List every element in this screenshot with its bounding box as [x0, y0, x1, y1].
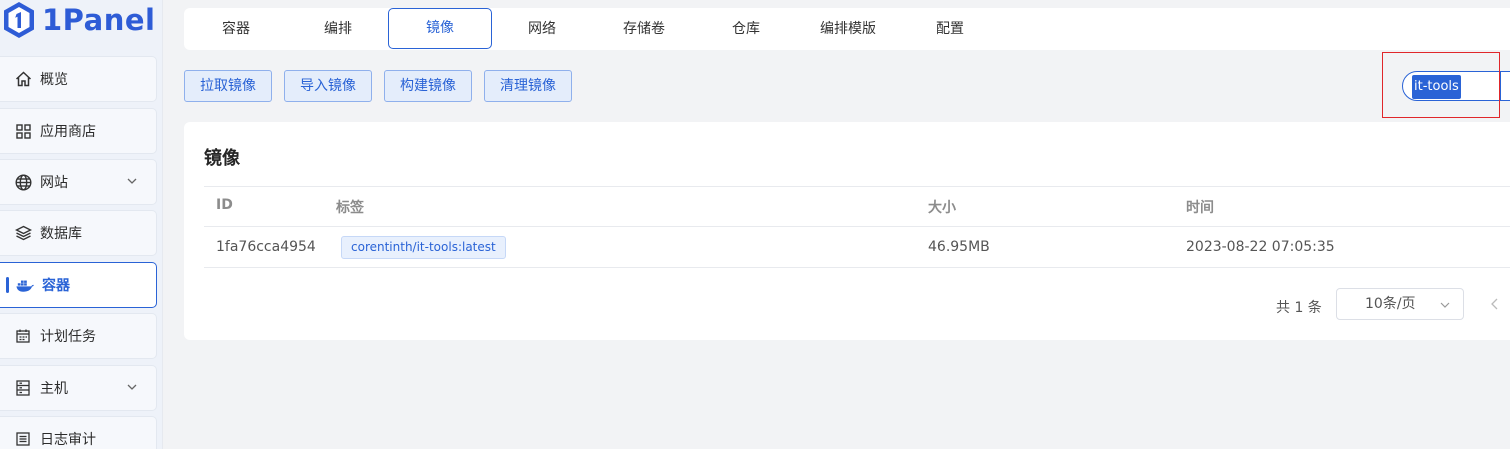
sidebar-item-websites[interactable]: 网站	[0, 159, 157, 205]
tab-containers[interactable]: 容器	[196, 8, 276, 50]
server-icon	[14, 379, 32, 397]
sidebar-item-label: 日志审计	[40, 432, 96, 448]
layers-icon	[14, 224, 32, 242]
sidebar-item-label: 应用商店	[40, 124, 96, 140]
column-header-tag[interactable]: 标签	[336, 197, 364, 217]
1panel-logo-icon	[4, 2, 34, 38]
pull-image-button[interactable]: 拉取镜像	[184, 70, 272, 102]
sidebar-item-label: 网站	[40, 175, 68, 191]
page-size-value: 10条/页	[1365, 296, 1416, 312]
sidebar-item-audit-logs[interactable]: 日志审计	[0, 416, 157, 449]
home-icon	[14, 70, 32, 88]
import-image-button[interactable]: 导入镜像	[284, 70, 372, 102]
chevron-down-icon	[127, 178, 137, 184]
search-divider	[1500, 72, 1501, 100]
highlight-frame	[1382, 52, 1500, 118]
image-size: 46.95MB	[928, 239, 990, 255]
total-count: 共 1 条	[1276, 300, 1322, 316]
prune-images-button[interactable]: 清理镜像	[484, 70, 572, 102]
image-id: 1fa76cca4954	[216, 239, 316, 255]
table-divider	[204, 267, 1510, 268]
app-name: 1Panel	[42, 3, 156, 37]
apps-grid-icon	[14, 122, 32, 140]
sidebar-item-label: 数据库	[40, 226, 82, 242]
sidebar-item-app-store[interactable]: 应用商店	[0, 108, 157, 154]
sidebar-item-label: 概览	[40, 72, 68, 88]
column-header-time[interactable]: 时间	[1186, 197, 1214, 217]
sidebar-item-label: 主机	[40, 381, 68, 397]
calendar-icon	[14, 327, 32, 345]
sidebar-item-databases[interactable]: 数据库	[0, 210, 157, 256]
table-divider	[204, 186, 1510, 187]
docker-icon	[16, 276, 34, 294]
table-divider	[204, 226, 1510, 227]
page-title: 镜像	[204, 148, 240, 169]
build-image-button[interactable]: 构建镜像	[384, 70, 472, 102]
chevron-left-icon[interactable]	[1490, 298, 1500, 310]
sidebar-item-overview[interactable]: 概览	[0, 56, 157, 102]
log-icon	[14, 430, 32, 448]
sidebar: 1Panel 概览 应用商店 网站 数据库 容器 计划任务 主机 日志审计	[0, 0, 163, 449]
app-logo[interactable]: 1Panel	[2, 0, 155, 40]
column-header-size[interactable]: 大小	[928, 197, 956, 217]
tab-volumes[interactable]: 存储卷	[604, 8, 684, 50]
sidebar-item-containers[interactable]: 容器	[0, 262, 157, 308]
globe-icon	[14, 173, 32, 191]
sidebar-item-label: 计划任务	[40, 329, 96, 345]
sidebar-item-hosts[interactable]: 主机	[0, 365, 157, 411]
page-size-select[interactable]: 10条/页	[1336, 288, 1464, 320]
tab-images[interactable]: 镜像	[388, 8, 492, 49]
image-tag-badge[interactable]: corentinth/it-tools:latest	[341, 236, 506, 259]
chevron-down-icon	[1440, 302, 1450, 308]
image-time: 2023-08-22 07:05:35	[1186, 239, 1335, 255]
tab-settings[interactable]: 配置	[910, 8, 990, 50]
tab-compose-templates[interactable]: 编排模版	[808, 8, 888, 50]
tab-compose[interactable]: 编排	[298, 8, 378, 50]
active-indicator	[6, 277, 9, 293]
sidebar-item-cron-jobs[interactable]: 计划任务	[0, 313, 157, 359]
column-header-id[interactable]: ID	[216, 197, 233, 213]
chevron-down-icon	[127, 384, 137, 390]
images-card: 镜像 ID 标签 大小 时间 1fa76cca4954 corentinth/i…	[184, 122, 1510, 340]
sidebar-item-label: 容器	[42, 278, 70, 294]
tab-networks[interactable]: 网络	[502, 8, 582, 50]
container-tabs: 容器 编排 镜像 网络 存储卷 仓库 编排模版 配置	[184, 8, 1510, 50]
tab-repositories[interactable]: 仓库	[706, 8, 786, 50]
